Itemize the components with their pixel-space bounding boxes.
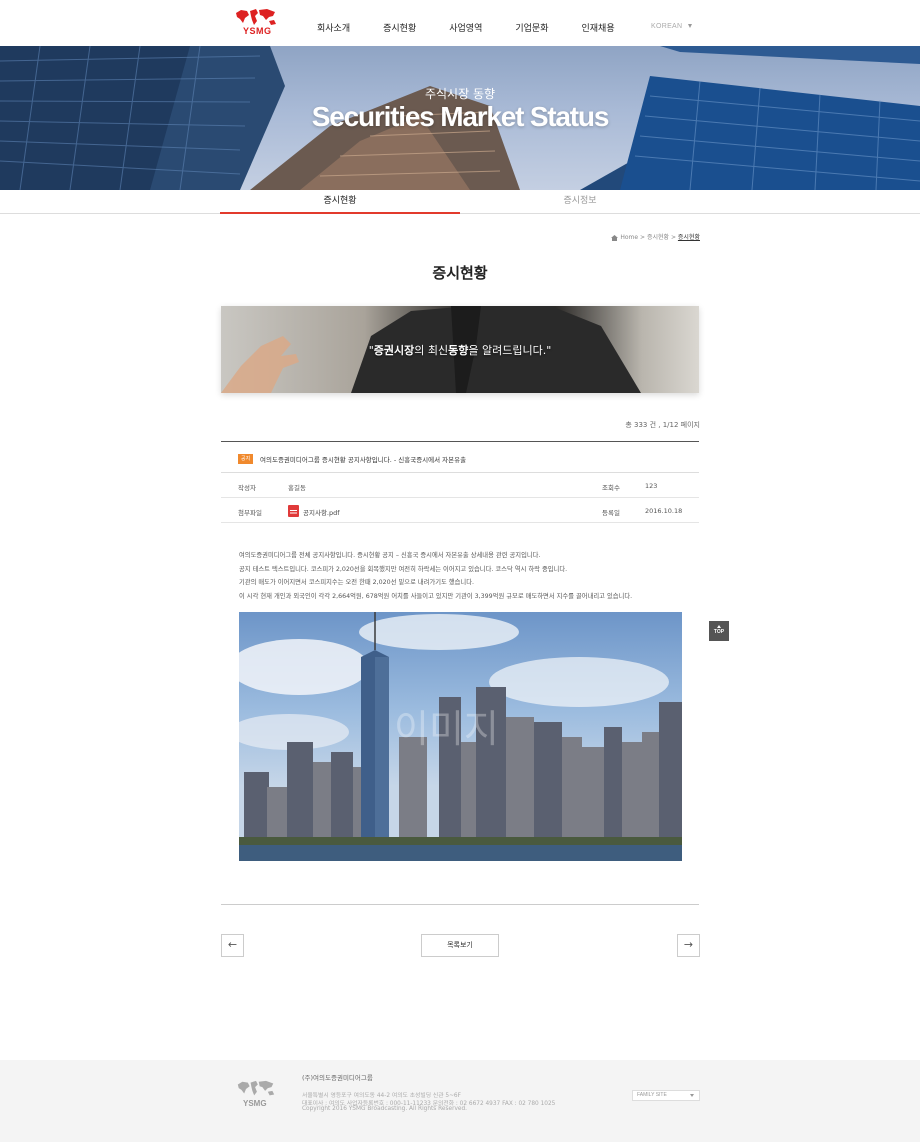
scroll-top-button[interactable]: TOP: [709, 621, 729, 641]
date-label: 등록일: [602, 509, 620, 517]
notice-badge: 공지: [238, 454, 254, 464]
banner-bold2: 동향: [448, 344, 469, 357]
post-header: 공지 여의도증권미디어그룹 증시현황 공지사항입니다. - 신흥국증시에서 자본…: [221, 441, 699, 473]
image-watermark: 이미지: [394, 707, 499, 751]
post-body-line: 공지 테스트 텍스트입니다. 코스피가 2,020선을 회복했지만 여전히 하락…: [239, 565, 568, 573]
breadcrumb-current: 증시현황: [677, 234, 700, 241]
site-footer: YSMG (주)여의도증권미디어그룹 서울특별시 영등포구 여의도동 44-2 …: [0, 1060, 920, 1142]
next-post-button[interactable]: →: [677, 934, 700, 957]
nav-market[interactable]: 증시현황: [383, 21, 416, 34]
site-header: YSMG 회사소개 증시현황 사업영역 기업문화 인재채용 KOREAN: [0, 0, 920, 46]
footer-logo-text: YSMG: [243, 1099, 267, 1108]
hero-subtitle: 주식시장 동향: [424, 87, 496, 101]
list-button[interactable]: 목록보기: [421, 934, 499, 957]
hero-title: Securities Market Status: [311, 101, 610, 132]
family-site-label: FAMILY SITE: [637, 1092, 667, 1098]
prev-post-button[interactable]: ←: [221, 934, 244, 957]
footer-logo: YSMG: [233, 1079, 279, 1111]
footer-copyright: Copyright 2016 YSMG Broadcasting. All Ri…: [302, 1106, 467, 1112]
promo-banner: "증권시장의 최신동향을 알려드립니다.": [221, 306, 699, 393]
city-skyline-image: 이미지: [239, 612, 682, 861]
breadcrumb: Home > 증시현황 > 증시현황: [560, 232, 700, 241]
post-body-line: 이 시각 현재 개인과 외국인이 각각 2,664억원, 678억원 어치를 사…: [239, 592, 633, 600]
language-select[interactable]: KOREAN: [651, 23, 682, 30]
tab-market-info[interactable]: 증시정보: [460, 190, 700, 214]
sub-tabs: 증시현황 증시정보: [0, 190, 920, 214]
main-nav: 회사소개 증시현황 사업영역 기업문화 인재채용: [317, 21, 648, 34]
breadcrumb-level1[interactable]: 증시현황: [647, 234, 669, 241]
tab-market-status[interactable]: 증시현황: [220, 190, 460, 214]
banner-tail: 을 알려드립니다.": [468, 344, 552, 357]
banner-message: "증권시장의 최신동향을 알려드립니다.": [221, 342, 699, 358]
post-count: 총 333 건 , 1/12 페이지: [625, 421, 700, 429]
meta-row-attachment: 첨부파일 공지사항.pdf 등록일 2016.10.18: [221, 498, 699, 523]
post-body-line: 기관의 매도가 이어지면서 코스피지수는 오전 한때 2,020선 밑으로 내려…: [239, 579, 475, 587]
arrow-right-icon: →: [683, 938, 694, 951]
chevron-down-icon[interactable]: [688, 24, 692, 28]
breadcrumb-sep: >: [639, 234, 646, 241]
hero-banner: 주식시장 동향 Securities Market Status: [0, 46, 920, 190]
author-value: 홍길동: [288, 484, 306, 492]
post-image: 이미지: [239, 612, 682, 861]
banner-mid: 의 최신: [414, 344, 449, 357]
views-value: 123: [645, 482, 658, 490]
content-divider: [221, 904, 699, 905]
footer-company: (주)여의도증권미디어그룹: [302, 1074, 373, 1082]
post-body: 여의도증권미디어그룹 전체 공지사항입니다. 증시현황 공지 – 신흥국 증시에…: [239, 549, 689, 603]
attachment-link[interactable]: 공지사항.pdf: [303, 507, 340, 517]
author-label: 작성자: [238, 484, 256, 492]
home-icon: [611, 234, 619, 241]
world-map-icon: [237, 1080, 275, 1096]
chevron-down-icon: [690, 1094, 694, 1097]
page-title: 증시현황: [432, 264, 488, 282]
meta-row-author: 작성자 홍길동 조회수 123: [221, 473, 699, 498]
arrow-left-icon: ←: [227, 938, 238, 951]
breadcrumb-sep: >: [670, 234, 676, 241]
top-label: TOP: [713, 629, 725, 635]
nav-company[interactable]: 회사소개: [317, 21, 350, 34]
nav-business[interactable]: 사업영역: [449, 21, 482, 34]
chevron-up-icon: [717, 625, 721, 628]
nav-recruit[interactable]: 인재채용: [582, 21, 615, 34]
family-site-select[interactable]: FAMILY SITE: [632, 1090, 700, 1101]
attach-label: 첨부파일: [238, 509, 262, 517]
pdf-icon[interactable]: [288, 505, 299, 517]
date-value: 2016.10.18: [645, 507, 683, 515]
views-label: 조회수: [602, 484, 620, 492]
post-title: 여의도증권미디어그룹 증시현황 공지사항입니다. - 신흥국증시에서 자본유출: [260, 456, 467, 464]
post-body-line: 여의도증권미디어그룹 전체 공지사항입니다. 증시현황 공지 – 신흥국 증시에…: [239, 552, 541, 559]
breadcrumb-home[interactable]: Home: [620, 234, 638, 241]
banner-bold1: 증권시장: [373, 344, 415, 357]
logo-text: YSMG: [243, 26, 272, 36]
nav-culture[interactable]: 기업문화: [515, 21, 548, 34]
site-logo[interactable]: YSMG: [233, 7, 279, 39]
